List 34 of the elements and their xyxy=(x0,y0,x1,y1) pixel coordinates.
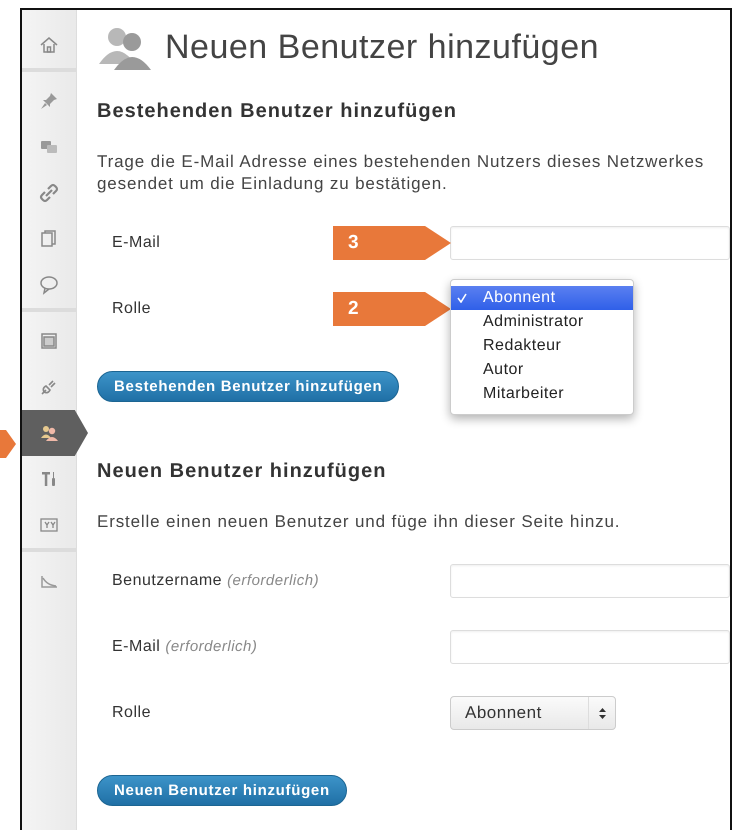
dropdown-option[interactable]: Redakteur xyxy=(451,334,633,358)
field-label: E-Mail (erforderlich) xyxy=(112,638,258,655)
dropdown-option[interactable]: Abonnent xyxy=(451,286,633,310)
field-label: Benutzername (erforderlich) xyxy=(112,572,320,589)
pin-icon xyxy=(39,91,59,111)
submit-button[interactable]: Neuen Benutzer hinzufügen xyxy=(97,775,347,806)
dropdown-option[interactable]: Autor xyxy=(451,358,633,382)
field-label: E-Mail xyxy=(112,234,160,251)
text-input[interactable] xyxy=(450,226,730,260)
section-heading: Bestehenden Benutzer hinzufügen xyxy=(97,100,458,123)
pointer-arrow xyxy=(0,430,16,458)
field-label: Rolle xyxy=(112,704,151,721)
dropdown-option[interactable]: Administrator xyxy=(451,310,633,334)
users-icon xyxy=(39,423,59,443)
section-description: Trage die E-Mail Adresse eines bestehenden Nutzers dieses Netzwerkes gesendet um die Einladung zu bestätigen. xyxy=(97,151,706,195)
comment-icon xyxy=(39,275,59,295)
submit-button[interactable]: Bestehenden Benutzer hinzufügen xyxy=(97,371,400,402)
sidebar-item[interactable] xyxy=(22,410,88,456)
dropdown-option[interactable]: Mitarbeiter xyxy=(451,382,633,406)
page-title: Neuen Benutzer hinzufügen xyxy=(165,28,600,66)
appearance-icon xyxy=(39,331,59,351)
section-heading: Neuen Benutzer hinzufügen xyxy=(97,460,388,483)
text-input[interactable] xyxy=(450,564,730,598)
callout-marker: 2 xyxy=(333,292,451,326)
checkmark-icon xyxy=(457,293,467,303)
home-icon xyxy=(39,35,59,55)
stepper-icon xyxy=(598,708,606,718)
callout-marker: 3 xyxy=(333,226,451,260)
text-input[interactable] xyxy=(450,630,730,664)
field-label: Rolle xyxy=(112,300,151,317)
link-icon xyxy=(39,183,59,203)
section-description: Erstelle einen neuen Benutzer und füge ihn dieser Seite hinzu. xyxy=(97,511,622,533)
pages-icon xyxy=(39,229,59,249)
role-select[interactable]: Abonnent xyxy=(450,696,616,730)
